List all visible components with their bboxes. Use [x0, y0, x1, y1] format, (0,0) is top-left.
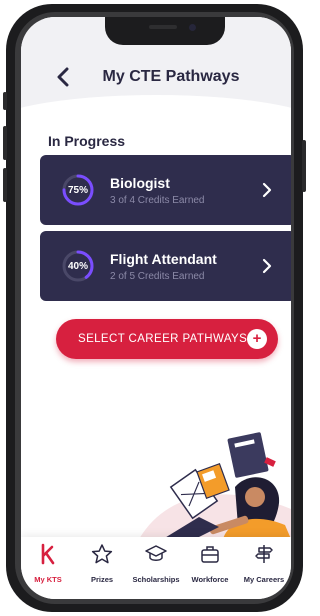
app-screen: My CTE Pathways In Progress 75% Biologis… — [21, 17, 291, 599]
page-title: My CTE Pathways — [102, 68, 240, 85]
pathway-credits: 3 of 4 Credits Earned — [110, 195, 205, 206]
pathway-card-biologist[interactable]: 75% Biologist 3 of 4 Credits Earned — [40, 155, 291, 225]
star-icon — [91, 544, 113, 564]
tab-my-kts[interactable]: My KTS — [21, 543, 75, 587]
briefcase-icon — [201, 546, 219, 563]
tab-label: My Careers — [243, 575, 285, 584]
book-icon — [227, 432, 269, 478]
graduation-cap-icon — [145, 545, 167, 561]
tab-label: My KTS — [34, 575, 62, 584]
chevron-right-icon — [262, 258, 272, 274]
select-career-pathways-label: SELECT CAREER PATHWAYS — [78, 333, 248, 345]
tab-workforce[interactable]: Workforce — [183, 543, 237, 587]
chevron-left-icon — [57, 67, 69, 87]
pathway-card-flight-attendant[interactable]: 40% Flight Attendant 2 of 5 Credits Earn… — [40, 231, 291, 301]
front-camera — [189, 24, 196, 31]
student-reading-illustration — [139, 432, 291, 539]
pathway-name: Flight Attendant — [110, 251, 217, 267]
section-title-in-progress: In Progress — [48, 133, 126, 149]
back-button[interactable] — [53, 65, 73, 89]
tab-my-careers[interactable]: My Careers — [237, 543, 291, 587]
pathway-credits: 2 of 5 Credits Earned — [110, 271, 205, 282]
side-button-mute — [3, 92, 7, 110]
pathway-name: Biologist — [110, 175, 170, 191]
chevron-right-icon — [262, 182, 272, 198]
kts-logo-icon — [41, 543, 55, 565]
tab-label: Workforce — [191, 575, 229, 584]
tab-scholarships[interactable]: Scholarships — [129, 543, 183, 587]
tab-label: Prizes — [90, 575, 114, 584]
progress-percent: 40% — [67, 260, 88, 272]
phone-notch — [105, 17, 225, 45]
plus-icon: + — [247, 329, 267, 349]
side-button-power — [302, 140, 306, 192]
progress-percent: 75% — [67, 184, 88, 196]
side-button-volume-up — [3, 126, 7, 160]
tab-prizes[interactable]: Prizes — [75, 543, 129, 587]
side-button-volume-down — [3, 168, 7, 202]
tab-label: Scholarships — [132, 575, 180, 584]
select-career-pathways-button[interactable]: SELECT CAREER PATHWAYS + — [56, 319, 278, 359]
signpost-icon — [255, 545, 273, 563]
speaker-grill — [149, 25, 177, 29]
bottom-tab-bar: My KTS Prizes Scholarships Workforce My … — [21, 537, 291, 599]
